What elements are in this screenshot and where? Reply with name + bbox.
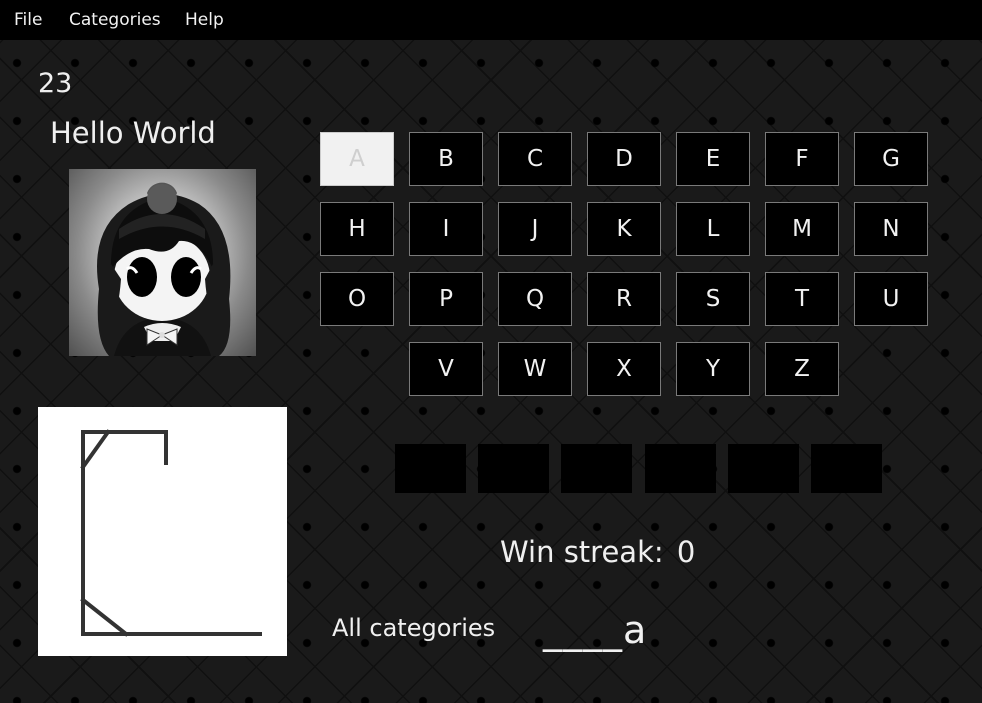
win-streak: Win streak: 0 — [500, 535, 695, 569]
letter-key-l[interactable]: L — [676, 202, 750, 256]
letter-key-t[interactable]: T — [765, 272, 839, 326]
letter-slot — [561, 444, 632, 493]
hangman-drawing — [38, 407, 287, 656]
avatar-image — [97, 182, 231, 356]
letter-slot — [478, 444, 549, 493]
menu-file[interactable]: File — [14, 0, 42, 40]
letter-key-i[interactable]: I — [409, 202, 483, 256]
letter-key-k[interactable]: K — [587, 202, 661, 256]
letter-key-c[interactable]: C — [498, 132, 572, 186]
letter-slot — [811, 444, 882, 493]
player-name: Hello World — [50, 116, 216, 150]
letter-key-n[interactable]: N — [854, 202, 928, 256]
letter-key-d[interactable]: D — [587, 132, 661, 186]
letter-slot — [728, 444, 799, 493]
letter-key-g[interactable]: G — [854, 132, 928, 186]
letter-slot — [395, 444, 466, 493]
letter-key-a[interactable]: A — [320, 132, 394, 186]
win-streak-value: 0 — [676, 535, 696, 569]
gallows-icon — [80, 429, 262, 637]
letter-key-e[interactable]: E — [676, 132, 750, 186]
menu-bar: File Categories Help — [0, 0, 982, 40]
menu-help[interactable]: Help — [185, 0, 224, 40]
letter-key-w[interactable]: W — [498, 342, 572, 396]
letter-key-x[interactable]: X — [587, 342, 661, 396]
hidden-word: ____a — [543, 608, 648, 652]
score-counter: 23 — [38, 68, 73, 99]
letter-key-p[interactable]: P — [409, 272, 483, 326]
letter-key-s[interactable]: S — [676, 272, 750, 326]
letter-key-v[interactable]: V — [409, 342, 483, 396]
letter-slot — [645, 444, 716, 493]
letter-key-h[interactable]: H — [320, 202, 394, 256]
letter-key-j[interactable]: J — [498, 202, 572, 256]
win-streak-label: Win streak: — [500, 535, 664, 569]
letter-key-u[interactable]: U — [854, 272, 928, 326]
letter-key-m[interactable]: M — [765, 202, 839, 256]
letter-key-r[interactable]: R — [587, 272, 661, 326]
letter-key-f[interactable]: F — [765, 132, 839, 186]
letter-key-b[interactable]: B — [409, 132, 483, 186]
letter-key-z[interactable]: Z — [765, 342, 839, 396]
player-avatar — [69, 169, 256, 356]
menu-categories[interactable]: Categories — [69, 0, 161, 40]
letter-key-q[interactable]: Q — [498, 272, 572, 326]
letter-key-y[interactable]: Y — [676, 342, 750, 396]
letter-key-o[interactable]: O — [320, 272, 394, 326]
current-category: All categories — [332, 614, 496, 642]
